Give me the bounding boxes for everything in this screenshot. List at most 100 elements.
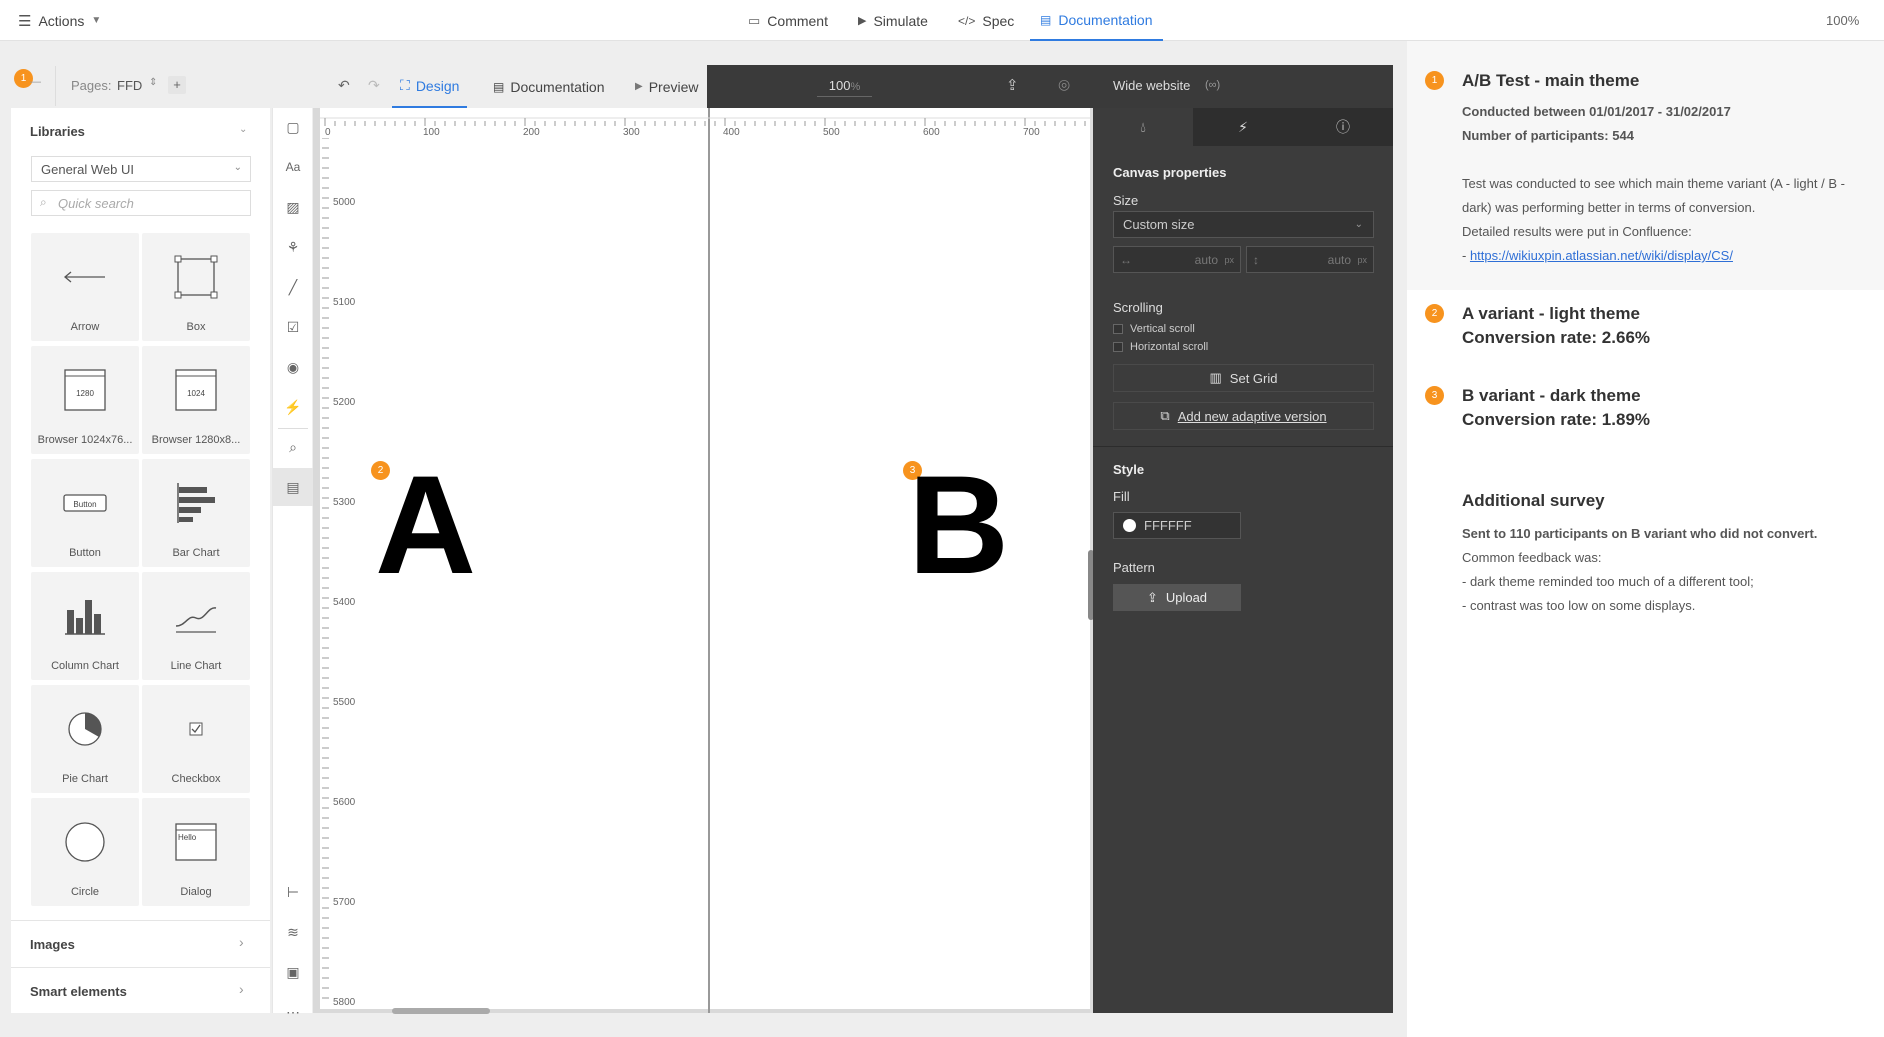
add-adaptive-version-button[interactable]: ⧉ Add new adaptive version [1113, 402, 1374, 430]
section-smart-elements[interactable]: Smart elements › [11, 968, 270, 1013]
undo-icon[interactable]: ↶ [338, 77, 350, 94]
library-tool-icon[interactable]: ▤ [273, 468, 313, 506]
updown-icon[interactable]: ⇕ [149, 77, 157, 88]
doc-section-title: B variant - dark theme [1462, 386, 1641, 405]
tab-preview[interactable]: ▶ Preview [635, 65, 699, 108]
library-item-label: Dialog [180, 886, 212, 898]
ruler-label: 5300 [333, 497, 356, 508]
library-item-pie-chart[interactable]: Pie Chart [31, 685, 139, 793]
upload-button[interactable]: ⇪ Upload [1113, 584, 1241, 611]
horizontal-scroll-checkbox[interactable]: Horizontal scroll [1113, 341, 1208, 353]
play-icon: ▶ [635, 81, 643, 92]
height-arrows-icon: ↕ [1253, 252, 1259, 267]
zoom-value: 100 [828, 78, 851, 93]
export-icon[interactable]: ⇪ [1006, 76, 1019, 94]
infinity-icon: (∞) [1205, 79, 1221, 91]
check-circle-icon[interactable]: ◎ [1058, 76, 1070, 93]
radio-tool-icon[interactable]: ◉ [273, 348, 313, 386]
library-item-bar-chart[interactable]: Bar Chart [142, 459, 250, 567]
tab-simulate[interactable]: ▶ Simulate [858, 0, 928, 41]
canvas-zoom-input[interactable]: 100% [817, 75, 872, 97]
redo-icon[interactable]: ↷ [368, 77, 380, 94]
variant-b-letter[interactable]: B [908, 455, 1009, 595]
properties-panel: Wide website (∞) 💧︎ ⚡︎ ⓘ Canvas properti… [1093, 65, 1393, 1013]
ruler-label: 5700 [333, 897, 356, 908]
presentation-icon[interactable]: ▣ [273, 953, 313, 991]
ruler-label: 500 [823, 127, 840, 138]
tab-spec[interactable]: </> Spec [958, 0, 1014, 41]
vertical-scroll-label: Vertical scroll [1130, 323, 1195, 335]
doc-survey[interactable]: Additional survey Sent to 110 participan… [1407, 490, 1884, 620]
doc-section-3[interactable]: 3 B variant - dark theme Conversion rate… [1407, 380, 1884, 440]
confluence-link[interactable]: https://wikiuxpin.atlassian.net/wiki/dis… [1470, 248, 1733, 263]
browser-badge-text: 1024 [187, 389, 205, 398]
set-grid-button[interactable]: ▥ Set Grid [1113, 364, 1374, 392]
vertical-scroll-checkbox[interactable]: Vertical scroll [1113, 323, 1195, 335]
doc-section-subtitle: Conversion rate: 1.89% [1462, 410, 1651, 429]
library-select[interactable]: General Web UI ⌄ [31, 156, 251, 182]
libraries-title: Libraries [30, 124, 85, 139]
tab-documentation[interactable]: ▤ Documentation [1030, 0, 1163, 41]
width-value: auto [1194, 252, 1218, 267]
more-icon[interactable]: ⋯ [273, 993, 313, 1031]
chevron-right-icon: › [239, 934, 244, 950]
search-input[interactable]: ⌕ Quick search [31, 190, 251, 216]
survey-line: - dark theme reminded too much of a diff… [1462, 574, 1754, 589]
info-tab-icon[interactable]: ⓘ [1293, 108, 1393, 146]
width-unit: px [1224, 254, 1234, 265]
tab-design[interactable]: ⛶ Design [392, 65, 468, 108]
search-icon[interactable]: ⌕ [273, 428, 313, 466]
pages-label: Pages: [71, 78, 112, 93]
library-item-arrow[interactable]: Arrow [31, 233, 139, 341]
ruler-label: 5800 [333, 997, 356, 1008]
library-item-button[interactable]: Button Button [31, 459, 139, 567]
size-select[interactable]: Custom size ⌄ [1113, 211, 1374, 238]
library-item-circle[interactable]: Circle [31, 798, 139, 906]
interaction-tool-icon[interactable]: ⚡ [273, 388, 313, 426]
collapse-icon[interactable]: — [30, 76, 41, 88]
tab-editor-documentation[interactable]: ▤ Documentation [493, 65, 605, 108]
tab-documentation-label: Documentation [510, 78, 605, 95]
play-icon: ▶ [858, 15, 867, 27]
layers-icon[interactable]: ≋ [273, 913, 313, 951]
tab-simulate-label: Simulate [873, 12, 928, 29]
image-tool-icon[interactable]: ▨ [273, 188, 313, 226]
tree-icon[interactable]: ⊢ [273, 873, 313, 911]
library-item-box[interactable]: Box [142, 233, 250, 341]
doc-section-1[interactable]: 1 A/B Test - main theme Conducted betwee… [1407, 41, 1884, 290]
height-input[interactable]: ↕ auto px [1246, 246, 1374, 273]
section-smart-elements-label: Smart elements [30, 984, 127, 999]
width-input[interactable]: ↔ auto px [1113, 246, 1241, 273]
survey-line: Sent to 110 participants on B variant wh… [1462, 526, 1818, 541]
text-tool-icon[interactable]: Aa [273, 148, 313, 186]
page-select[interactable]: FFD [117, 78, 142, 93]
line-tool-icon[interactable]: ╱ [273, 268, 313, 306]
variant-a-letter[interactable]: A [375, 455, 476, 595]
library-item-checkbox[interactable]: Checkbox [142, 685, 250, 793]
size-select-value: Custom size [1123, 217, 1195, 232]
library-item-column-chart[interactable]: Column Chart [31, 572, 139, 680]
add-page-button[interactable]: + [168, 76, 186, 94]
actions-menu[interactable]: ☰ Actions ▼ [18, 0, 101, 41]
button-icon: Button [63, 494, 107, 512]
fill-tab-icon[interactable]: 💧︎ [1093, 108, 1193, 146]
canvas-scrollbar-h[interactable] [392, 1008, 490, 1014]
interactions-tab-icon[interactable]: ⚡︎ [1193, 108, 1293, 146]
upload-label: Upload [1165, 590, 1208, 605]
chevron-down-icon[interactable]: ⌄ [239, 124, 247, 135]
fill-color-input[interactable]: FFFFFF [1113, 512, 1241, 539]
canvas-properties-heading: Canvas properties [1113, 165, 1227, 180]
zoom-level[interactable]: 100% [1826, 0, 1859, 41]
library-item-dialog[interactable]: Hello Dialog [142, 798, 250, 906]
column-chart-icon [65, 600, 105, 635]
library-item-line-chart[interactable]: Line Chart [142, 572, 250, 680]
doc-section-2[interactable]: 2 A variant - light theme Conversion rat… [1407, 298, 1884, 358]
rectangle-tool-icon[interactable]: ▢ [273, 108, 313, 146]
tab-comment[interactable]: ▭ Comment [748, 0, 828, 41]
checkbox-tool-icon[interactable]: ☑ [273, 308, 313, 346]
library-item-browser-1280[interactable]: 1024 Browser 1280x8... [142, 346, 250, 454]
icon-tool-icon[interactable]: ⚘ [273, 228, 313, 266]
section-images[interactable]: Images › [11, 921, 270, 967]
scrolling-label: Scrolling [1113, 300, 1163, 315]
library-item-browser-1024[interactable]: 1280 Browser 1024x76... [31, 346, 139, 454]
